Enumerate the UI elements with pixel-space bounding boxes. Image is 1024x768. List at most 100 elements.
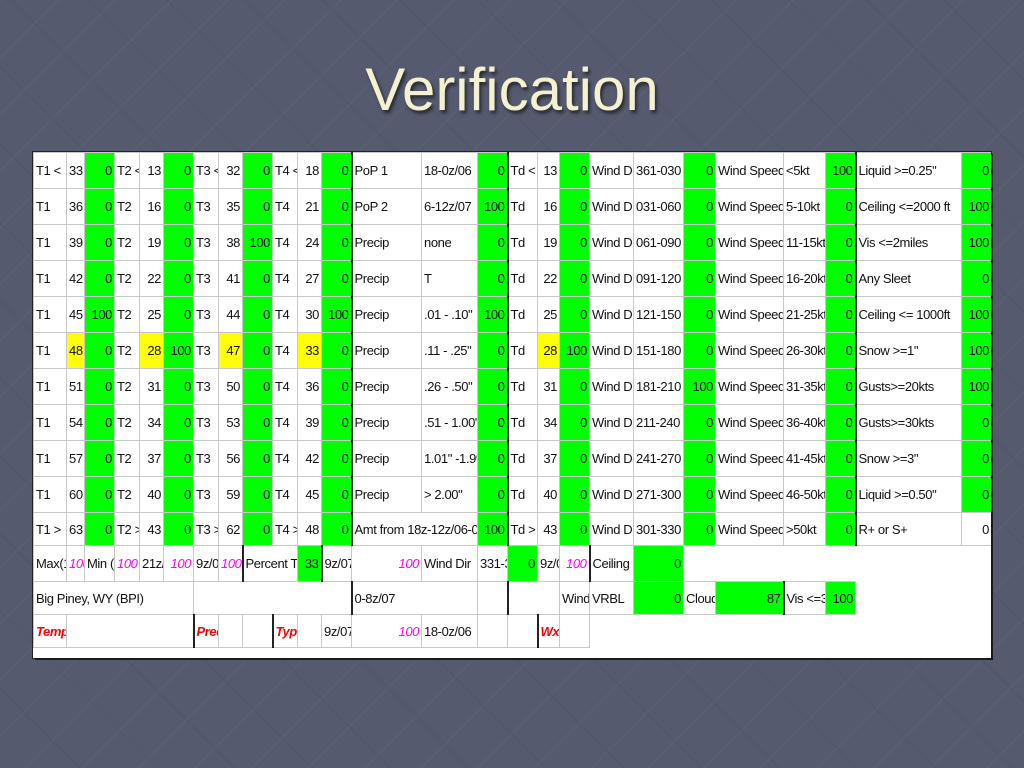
table-cell: 0 bbox=[84, 368, 115, 405]
table-cell: 0 bbox=[961, 476, 991, 513]
table-cell: Ceiling <=2000 ft bbox=[854, 188, 962, 225]
table-cell bbox=[242, 614, 273, 648]
table-cell: Precip bbox=[350, 296, 422, 333]
table-row: T1 60 0 T2 40 0 T3 59 0 T4 45 0 Precip > 2.00" 0 Td 40 0 W… bbox=[33, 476, 991, 513]
table-cell: 0 bbox=[683, 188, 716, 225]
table-cell: 100 bbox=[961, 296, 991, 333]
table-cell: T1 bbox=[33, 332, 67, 369]
table-cell: 0 bbox=[477, 476, 508, 513]
table-cell: T2 bbox=[114, 188, 140, 225]
table-cell: T3 bbox=[193, 188, 219, 225]
table-cell: 100 bbox=[351, 614, 422, 648]
table-cell: 0 bbox=[825, 476, 856, 513]
table-cell: T3 bbox=[193, 332, 219, 369]
table-cell: Td bbox=[506, 296, 538, 333]
table-cell: R+ or S+ bbox=[854, 512, 962, 546]
table-cell: 0 bbox=[559, 404, 590, 441]
table-cell: 0 bbox=[163, 476, 194, 513]
table-cell: 0-8z/07 bbox=[350, 581, 478, 615]
table-cell: 331-360 bbox=[477, 545, 508, 582]
table-cell: 43 bbox=[139, 512, 164, 546]
table-cell: Big Piney, WY (BPI) bbox=[33, 581, 194, 615]
table-cell: T3 bbox=[193, 404, 219, 441]
table-cell: 211-240 bbox=[633, 404, 684, 441]
table-cell: T3 bbox=[193, 476, 219, 513]
table-cell: Precip bbox=[192, 614, 219, 648]
table-cell: 0 bbox=[163, 404, 194, 441]
table-cell: T1 bbox=[33, 368, 67, 405]
table-row: T1420T2220T3410T4270PrecipT0Td220Wind Di… bbox=[33, 260, 991, 297]
table-cell: Wind Dir bbox=[589, 440, 634, 477]
table-cell: 0 bbox=[825, 368, 856, 405]
table-cell: T3 > bbox=[193, 512, 219, 546]
table-cell: 181-210 bbox=[633, 368, 684, 405]
table-cell: 0 bbox=[242, 152, 273, 189]
table-cell: 16-20kt bbox=[783, 260, 826, 297]
table-cell: 100 bbox=[559, 332, 590, 369]
table-cell: 60 bbox=[66, 476, 85, 513]
table-cell: VRBL bbox=[589, 581, 634, 615]
table-cell: 26-30kt bbox=[783, 332, 826, 369]
table-cell: Wind Dir bbox=[589, 296, 634, 333]
table-cell: T3 bbox=[193, 260, 219, 297]
table-cell bbox=[193, 581, 352, 615]
table-cell: T3 bbox=[193, 296, 219, 333]
table-cell: .01 - .10" bbox=[421, 296, 478, 333]
table-cell: 0 bbox=[683, 260, 716, 297]
table-cell: Td bbox=[506, 368, 538, 405]
table-cell: 33 bbox=[297, 545, 322, 582]
table-cell: T1 bbox=[33, 296, 67, 333]
table-cell: T2 bbox=[114, 476, 140, 513]
table-row: T1 39 0 T2 19 0 T3 38 100 T4 24 0 Precip none 0 Td 19 0 Wi… bbox=[33, 224, 991, 261]
table-cell: 62 bbox=[218, 512, 243, 546]
table-cell: 18-0z/06 bbox=[421, 614, 478, 648]
table-row: T1 36 0 T2 16 0 T3 35 0 T4 21 0 PoP 2 6-12z/07 100 Td 16… bbox=[33, 188, 991, 225]
table-cell: 43 bbox=[537, 512, 560, 546]
table-cell: 100 bbox=[242, 224, 273, 261]
table-cell: 1.01" -1.99" bbox=[421, 440, 478, 477]
table-cell: .11 - .25" bbox=[421, 332, 478, 369]
table-cell: 0 bbox=[683, 512, 716, 546]
table-cell: T4 bbox=[272, 296, 298, 333]
table-cell bbox=[477, 614, 508, 648]
table-cell: 0 bbox=[559, 152, 590, 189]
table-cell: 0 bbox=[321, 512, 352, 546]
table-cell: Percent Time bbox=[241, 545, 298, 582]
table-cell: 56 bbox=[218, 440, 243, 477]
table-cell: 100 bbox=[218, 545, 243, 582]
table-cell: Wind Dir bbox=[589, 260, 634, 297]
table-cell: Precip bbox=[350, 368, 422, 405]
table-cell: 100 bbox=[961, 332, 991, 369]
table-row: Big Piney, WY (BPI) 0-8z/07 Wind DirVRBL0C… bbox=[33, 581, 992, 615]
table-cell: 87 bbox=[715, 581, 784, 615]
table-cell: 0 bbox=[163, 512, 194, 546]
table-cell: 0 bbox=[683, 224, 716, 261]
table-cell: 0 bbox=[321, 368, 352, 405]
table-cell: 0 bbox=[163, 260, 194, 297]
table-cell: 57 bbox=[66, 440, 85, 477]
table-cell: 0 bbox=[84, 224, 115, 261]
table-cell: T1 bbox=[33, 260, 67, 297]
table-cell: 0 bbox=[477, 224, 508, 261]
table-cell: 0 bbox=[242, 296, 273, 333]
table-cell: 0 bbox=[242, 368, 273, 405]
table-cell: 0 bbox=[961, 440, 991, 477]
table-cell: 0 bbox=[559, 260, 590, 297]
table-cell: 39 bbox=[66, 224, 85, 261]
table-cell: 100 bbox=[961, 368, 991, 405]
table-cell: 0 bbox=[163, 188, 194, 225]
table-cell: 0 bbox=[825, 332, 856, 369]
table-cell: 0 bbox=[84, 188, 115, 225]
table-cell: 21z/06 bbox=[139, 545, 164, 582]
table-cell: T4 bbox=[272, 260, 298, 297]
table-cell: 0 bbox=[683, 404, 716, 441]
table-cell: Wind Dir bbox=[589, 188, 634, 225]
table-cell: 25 bbox=[537, 296, 560, 333]
table-cell: 0 bbox=[321, 476, 352, 513]
table-cell: 100 bbox=[114, 545, 140, 582]
table-cell: 31 bbox=[139, 368, 164, 405]
table-cell: Wind Speed bbox=[715, 404, 784, 441]
table-cell: 6-12z/07 bbox=[421, 188, 478, 225]
table-cell: Temp bbox=[33, 614, 67, 648]
table-cell: T2 > bbox=[114, 512, 140, 546]
